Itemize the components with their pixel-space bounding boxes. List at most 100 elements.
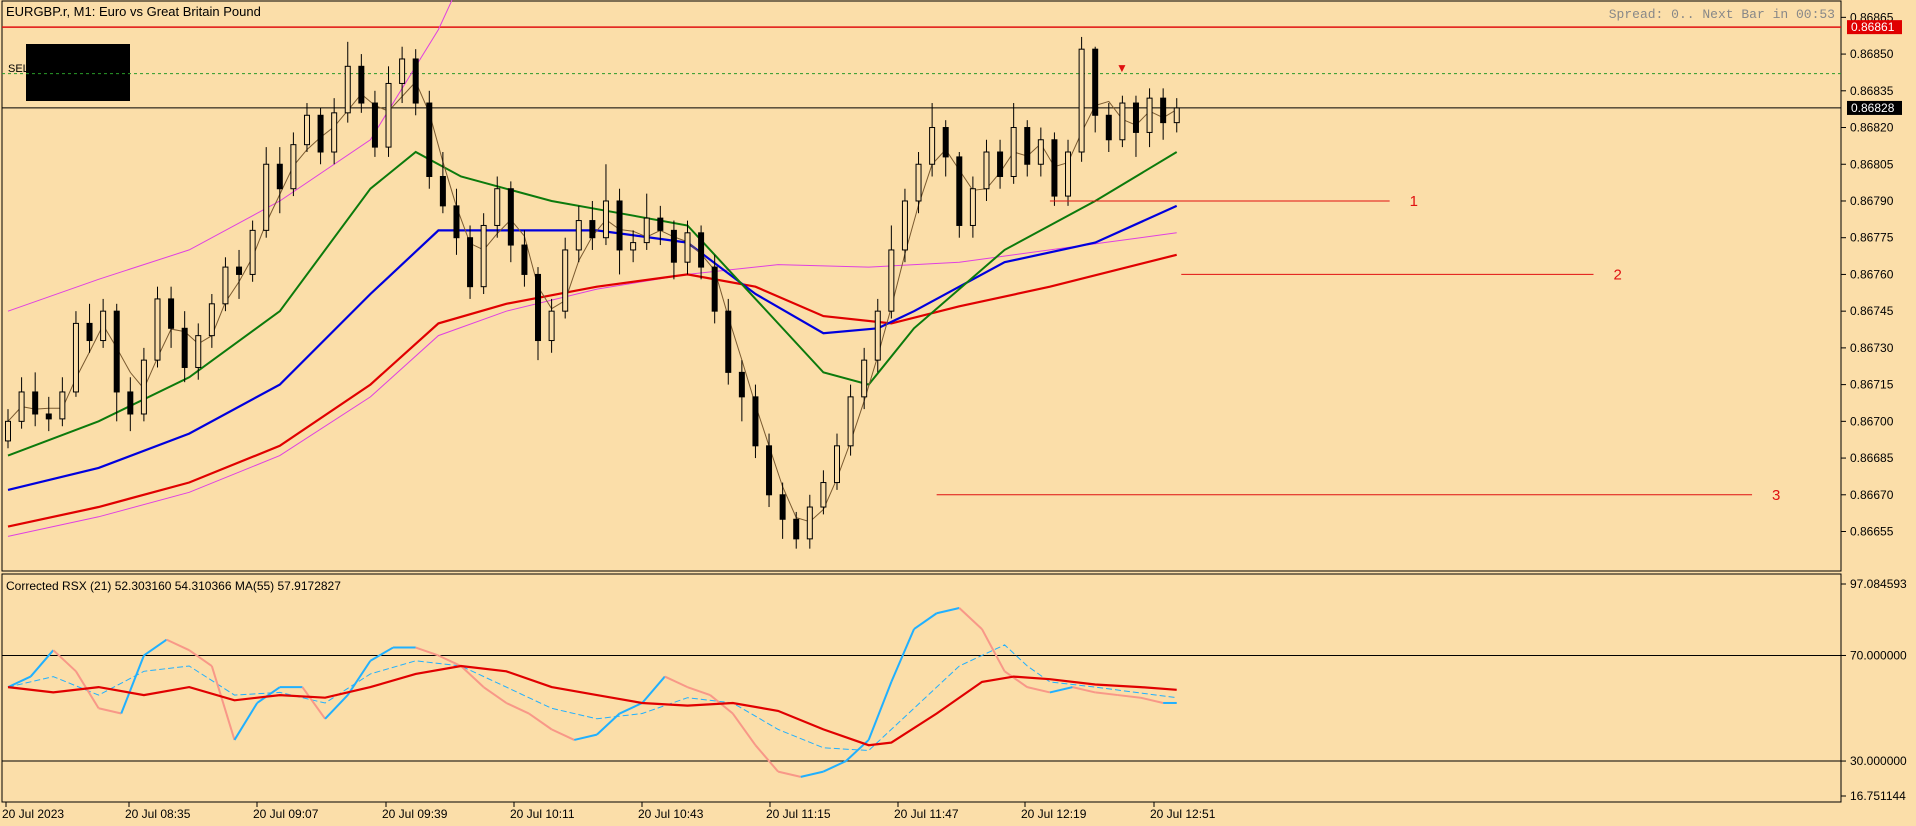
candle-body	[711, 266, 718, 312]
sell-box[interactable]	[26, 44, 130, 101]
time-tick-label: 20 Jul 12:19	[1021, 807, 1087, 821]
candle-body	[426, 102, 433, 177]
candle-body	[847, 396, 854, 447]
candle-body	[303, 114, 310, 146]
candle-body	[725, 310, 732, 373]
candle-body	[752, 396, 759, 447]
price-tick-label: 0.86805	[1850, 157, 1894, 171]
time-tick-label: 20 Jul 2023	[2, 807, 64, 821]
price-tick-label: 0.86745	[1850, 304, 1894, 318]
candle-body	[1065, 151, 1072, 197]
chart-title: EURGBP.r, M1: Euro vs Great Britain Poun…	[6, 4, 261, 19]
candle-body	[535, 273, 542, 342]
time-tick-label: 20 Jul 09:07	[253, 807, 319, 821]
price-tick-label: 0.86685	[1850, 451, 1894, 465]
candle-body	[793, 518, 800, 540]
candle-body	[1024, 127, 1031, 165]
candle-body	[1105, 114, 1112, 141]
candle-body	[385, 82, 392, 148]
candle-body	[575, 220, 582, 251]
candle-body	[1078, 48, 1085, 153]
candle-body	[208, 303, 215, 337]
candle-body	[630, 242, 637, 251]
candle-body	[507, 188, 514, 246]
price-tick-label: 0.86760	[1850, 267, 1894, 281]
price-tick-label: 0.86790	[1850, 194, 1894, 208]
price-tick-label: 0.86700	[1850, 414, 1894, 428]
level-label-2: 2	[1614, 266, 1622, 283]
candle-body	[956, 156, 963, 226]
candle-body	[168, 298, 175, 329]
time-axis: 20 Jul 2023 20 Jul 08:35 20 Jul 09:07 20 Ju…	[2, 802, 1216, 821]
rsx-tick-label: 30.000000	[1850, 754, 1907, 768]
candle-body	[861, 359, 868, 398]
candle-body	[263, 163, 270, 231]
current-price-value: 0.86828	[1851, 101, 1895, 115]
candle-body	[236, 266, 243, 275]
candle-body	[249, 229, 256, 275]
candle-body	[113, 310, 120, 393]
price-tick-label: 0.86670	[1850, 488, 1894, 502]
candle-body	[779, 494, 786, 520]
candle-body	[820, 482, 827, 508]
time-tick-label: 20 Jul 08:35	[125, 807, 191, 821]
candle-body	[643, 217, 650, 244]
candle-body	[399, 58, 406, 84]
time-tick-label: 20 Jul 09:39	[382, 807, 448, 821]
rsx-tick-label: 16.751144	[1850, 789, 1906, 803]
candle-body	[358, 65, 365, 104]
sell-arrow-icon: ▼	[1116, 61, 1128, 75]
candle-body	[1051, 139, 1058, 197]
candle-body	[983, 151, 990, 190]
candle-body	[1173, 107, 1180, 124]
candle-body	[806, 506, 813, 540]
candle-body	[1119, 102, 1126, 141]
candle-body	[5, 420, 11, 442]
candle-body	[1092, 48, 1099, 116]
candle-body	[467, 237, 474, 288]
candle-body	[670, 229, 677, 263]
candle-body	[127, 391, 134, 415]
candle-body	[901, 200, 908, 251]
candle-body	[915, 163, 922, 202]
trading-chart[interactable]: EURGBP.r, M1: Euro vs Great Britain Poun…	[0, 0, 1916, 826]
candle-body	[616, 200, 623, 251]
candle-body	[412, 58, 419, 104]
candle-body	[371, 102, 378, 148]
price-tick-label: 0.86655	[1850, 525, 1894, 539]
candle-body	[766, 445, 773, 496]
price-labels: 0.86861 0.86828	[1847, 20, 1902, 115]
candle-body	[59, 391, 66, 420]
candle-body	[45, 413, 52, 420]
status-text: Spread: 0.. Next Bar in 00:53	[1609, 7, 1835, 22]
candle-body	[439, 175, 446, 207]
time-tick-label: 20 Jul 12:51	[1150, 807, 1216, 821]
time-tick-label: 20 Jul 11:15	[766, 807, 831, 821]
candle-body	[1146, 97, 1153, 133]
rsx-tick-label: 70.000000	[1850, 648, 1907, 662]
candle-body	[344, 65, 351, 114]
candle-body	[562, 249, 569, 312]
price-tick-label: 0.86835	[1850, 84, 1894, 98]
price-panel[interactable]	[1, 0, 1842, 572]
candle-body	[698, 232, 705, 268]
candle-body	[684, 232, 691, 263]
candle-body	[1037, 139, 1044, 165]
candle-body	[833, 445, 840, 484]
candle-body	[888, 249, 895, 312]
candle-body	[276, 163, 283, 190]
candle-body	[1010, 127, 1017, 177]
price-tick-label: 0.86775	[1850, 231, 1894, 245]
price-axis-ticks: 0.868650.868500.868350.868200.868050.867…	[1841, 10, 1894, 539]
candle-body	[290, 144, 297, 190]
candle-body	[453, 205, 460, 239]
candle-body	[154, 298, 161, 361]
price-tick-label: 0.86730	[1850, 341, 1894, 355]
candle-body	[100, 310, 107, 342]
time-tick-label: 20 Jul 10:11	[510, 807, 575, 821]
candle-body	[589, 220, 596, 239]
candle-body	[657, 217, 664, 231]
candle-body	[317, 114, 324, 153]
price-tick-label: 0.86850	[1850, 47, 1894, 61]
candle-body	[86, 322, 93, 342]
